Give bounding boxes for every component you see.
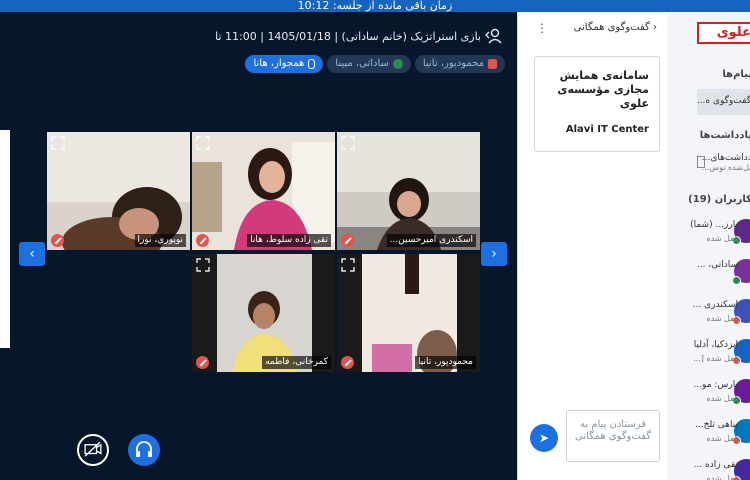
mic-icon [308,59,316,69]
user-list-item[interactable]: ایزدکیا، آدلیا قفل شده [... [667,336,750,370]
video-tile[interactable]: کمرخانی، فاطمه [192,254,335,372]
video-tile[interactable]: اسکندری امیرحسین... [337,132,480,250]
participant-name: محمودپور، تانیا [415,356,476,369]
welcome-title: سامانه‌ی همایش مجازی مؤسسه‌ی علوی [557,69,649,110]
user-state: قفل شده [706,394,738,403]
mic-muted-icon [488,59,497,69]
time-remaining-banner: زمان باقی مانده از جلسه: 10:12 [0,0,750,12]
user-name: اسکندری ... [692,300,738,310]
talking-indicator: محمودپور، تانیا ساداتی، مبینا همجوار، ها… [245,55,505,73]
welcome-message: سامانه‌ی همایش مجازی مؤسسه‌ی علوی Alavi … [534,56,660,152]
user-list-toggle-icon[interactable] [485,28,503,44]
mic-muted-icon [196,356,209,369]
video-feed [192,254,335,372]
chat-header[interactable]: ‹ گفت‌وگوی همگانی [574,22,657,33]
participant-name: اسکندری امیرحسین... [386,234,476,247]
user-name: ایزدکیا، آدلیا [693,340,738,350]
fullscreen-icon[interactable] [196,136,210,150]
talking-chip-label: همجوار، هانا [253,58,305,69]
user-state: قفل شده [706,434,738,443]
mic-muted-icon [51,234,64,247]
talking-chip[interactable]: ساداتی، مبینا [327,55,411,73]
talking-chip-label: محمودپور، تانیا [422,58,484,69]
user-list-item[interactable]: تقی زاده ... قفل شده [667,456,750,480]
next-page-button[interactable]: › [481,242,507,266]
fullscreen-icon[interactable] [341,258,355,272]
video-feed [337,254,480,372]
user-state: قفل شده [... [693,354,738,363]
document-icon [697,156,705,168]
participant-name: تقی زاده سلوط، هانا [247,234,331,247]
presentation-edge [0,130,10,348]
chat-options-icon[interactable]: ⋮ [536,21,548,35]
user-state: قفل شده [706,474,738,480]
public-chat-panel: ‹ گفت‌وگوی همگانی ⋮ سامانه‌ی همایش مجازی… [517,12,667,480]
user-list-item[interactable]: ساداتی، ... [667,256,750,290]
mic-muted-icon [341,234,354,247]
participant-name: کمرخانی، فاطمه [262,356,331,369]
send-message-button[interactable]: ➤ [530,424,558,452]
participant-name: نوپوری، نورا [134,234,186,247]
fullscreen-icon[interactable] [341,136,355,150]
camera-off-icon [84,441,102,457]
audio-button[interactable] [128,434,160,466]
user-name: تقی زاده ... [693,460,738,470]
mic-muted-icon [196,234,209,247]
video-feed [337,132,480,250]
user-list-item[interactable]: اسکندری ... قفل شده [667,296,750,330]
shared-notes-item[interactable]: یادداشت‌های... قفل‌شده توس... [697,153,750,172]
user-list-item[interactable]: پناهی تلخ... قفل شده [667,416,750,450]
user-status-icon [732,276,741,285]
user-name: پناهی تلخ... [695,420,738,430]
video-feed [192,132,335,250]
public-chat-item[interactable]: گفت‌وگوی ه... [697,89,750,115]
fullscreen-icon[interactable] [51,136,65,150]
video-tile[interactable]: نوپوری، نورا [47,132,190,250]
user-list-item[interactable]: پارس: مو... قفل شده [667,376,750,410]
user-name: پارس: مو... [693,380,738,390]
talking-chip-label: ساداتی، مبینا [335,58,389,69]
video-tile[interactable]: تقی زاده سلوط، هانا [192,132,335,250]
chevron-left-icon: ‹ [653,22,657,33]
session-title: بازی استراتژیک (خانم ساداتی) | 1405/01/1… [215,30,481,43]
headphones-icon [136,441,152,457]
talking-chip[interactable]: همجوار، هانا [245,55,324,73]
meeting-area: بازی استراتژیک (خانم ساداتی) | 1405/01/1… [0,12,517,480]
users-section-title: کاربران (19) [688,194,750,205]
talking-chip[interactable]: محمودپور، تانیا [414,55,505,73]
chat-title: گفت‌وگوی همگانی [573,22,650,33]
mic-muted-icon [341,356,354,369]
notes-section-title: یادداشت‌ها [699,130,750,141]
public-chat-label: گفت‌وگوی ه... [696,96,750,106]
video-tile[interactable]: محمودپور، تانیا [337,254,480,372]
user-state: قفل شده [706,234,738,243]
fullscreen-icon[interactable] [196,258,210,272]
user-name: بارز... (شما) [690,220,738,230]
user-state: قفل شده [706,314,738,323]
chat-message-input[interactable]: فرستادن پیام به گفت‌وگوی همگانی [566,410,660,462]
messages-section-title: پیام‌ها [722,69,750,80]
previous-page-button[interactable]: ‹ [19,242,45,266]
share-webcam-button[interactable] [77,434,109,466]
brand-logo: علوی [697,22,750,44]
user-list-item[interactable]: بارز... (شما) قفل شده [667,216,750,250]
video-feed [47,132,190,250]
user-list-panel: علوی پیام‌ها گفت‌وگوی ه... یادداشت‌ها یا… [667,12,750,480]
presence-icon [392,59,403,69]
welcome-subtitle: Alavi IT Center [565,124,649,135]
user-name: ساداتی، ... [696,260,738,270]
